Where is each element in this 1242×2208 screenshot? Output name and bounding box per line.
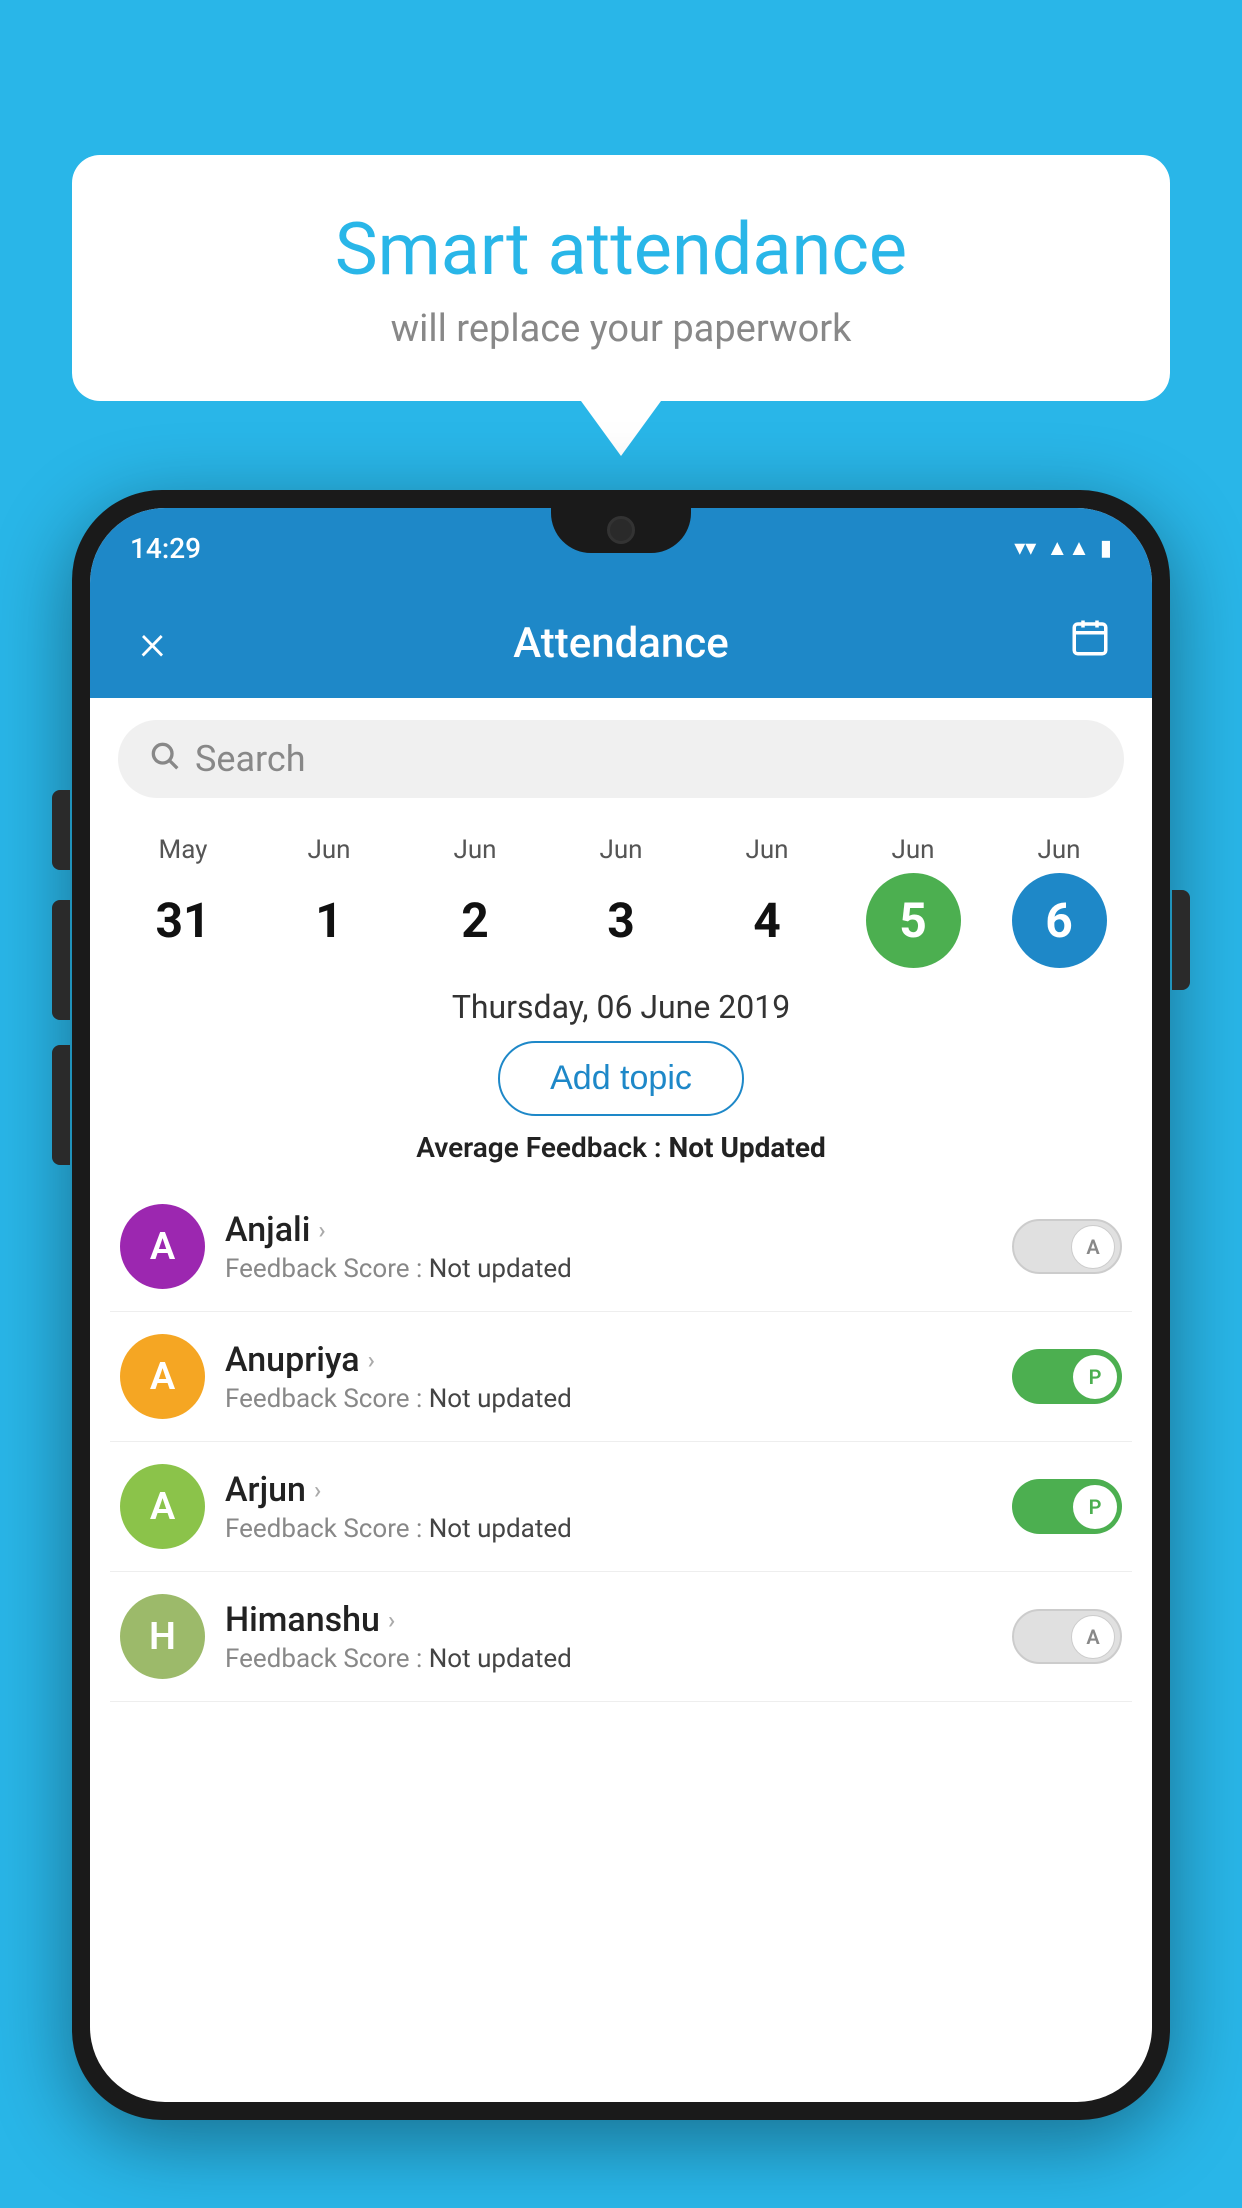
student-info: Anupriya › Feedback Score : Not updated [225, 1340, 992, 1414]
cal-month-label: Jun [599, 835, 642, 865]
cal-date-number: 31 [136, 873, 231, 968]
speech-bubble: Smart attendance will replace your paper… [72, 155, 1170, 401]
calendar-day[interactable]: Jun 3 [561, 835, 681, 968]
search-bar[interactable]: Search [118, 720, 1124, 798]
student-feedback: Feedback Score : Not updated [225, 1644, 992, 1674]
cal-date-number: 4 [720, 873, 815, 968]
cal-month-label: Jun [745, 835, 788, 865]
phone-notch [551, 508, 691, 553]
wifi-icon: ▾▾ [1014, 536, 1036, 561]
attendance-toggle-off[interactable]: A [1012, 1609, 1122, 1664]
speech-bubble-arrow [581, 401, 661, 456]
student-info: Arjun › Feedback Score : Not updated [225, 1470, 992, 1544]
phone-side-btn-right [1172, 890, 1190, 990]
calendar-day[interactable]: Jun 4 [707, 835, 827, 968]
student-feedback: Feedback Score : Not updated [225, 1254, 992, 1284]
student-info: Anjali › Feedback Score : Not updated [225, 1210, 992, 1284]
add-topic-button[interactable]: Add topic [498, 1041, 744, 1116]
student-info: Himanshu › Feedback Score : Not updated [225, 1600, 992, 1674]
phone-outer: 14:29 ▾▾ ▲▲ ▮ × Attendance [72, 490, 1170, 2120]
phone-camera [607, 516, 635, 544]
feedback-label: Average Feedback : [416, 1131, 668, 1164]
student-name: Arjun › [225, 1470, 992, 1510]
cal-date-number: 2 [428, 873, 523, 968]
cal-date-number: 1 [282, 873, 377, 968]
attendance-toggle-on[interactable]: P [1012, 1349, 1122, 1404]
calendar-day[interactable]: Jun 1 [269, 835, 389, 968]
calendar-icon[interactable] [1062, 617, 1117, 669]
calendar-week-row: May 31 Jun 1 Jun 2 Jun 3 Jun 4 Jun 5 Jun 6 [90, 820, 1152, 968]
student-item[interactable]: H Himanshu › Feedback Score : Not updated A [110, 1572, 1132, 1702]
phone-screen: 14:29 ▾▾ ▲▲ ▮ × Attendance [90, 508, 1152, 2102]
cal-month-label: Jun [891, 835, 934, 865]
student-list: AAnjali ›Feedback Score : Not updatedAAA… [90, 1182, 1152, 1702]
phone-container: 14:29 ▾▾ ▲▲ ▮ × Attendance [72, 490, 1170, 2208]
toggle-knob: P [1073, 1485, 1117, 1529]
cal-date-number: 5 [866, 873, 961, 968]
student-item[interactable]: A Anupriya › Feedback Score : Not updated P [110, 1312, 1132, 1442]
calendar-day[interactable]: Jun 2 [415, 835, 535, 968]
student-name: Himanshu › [225, 1600, 992, 1640]
student-name: Anjali › [225, 1210, 992, 1250]
calendar-day[interactable]: May 31 [123, 835, 243, 968]
signal-icon: ▲▲ [1046, 535, 1090, 561]
student-name: Anupriya › [225, 1340, 992, 1380]
cal-month-label: May [159, 835, 208, 865]
phone-side-btn-left2 [52, 900, 70, 1020]
search-icon [148, 739, 180, 780]
status-bar: 14:29 ▾▾ ▲▲ ▮ [90, 508, 1152, 588]
calendar-day[interactable]: Jun 6 [999, 835, 1119, 968]
app-bar: × Attendance [90, 588, 1152, 698]
selected-date-label: Thursday, 06 June 2019 [90, 988, 1152, 1026]
student-item[interactable]: A Arjun › Feedback Score : Not updated P [110, 1442, 1132, 1572]
close-icon[interactable]: × [125, 614, 180, 672]
average-feedback: Average Feedback : Not Updated [90, 1131, 1152, 1164]
student-arrow-icon: › [368, 1346, 375, 1374]
battery-icon: ▮ [1100, 536, 1112, 561]
cal-month-label: Jun [307, 835, 350, 865]
cal-month-label: Jun [453, 835, 496, 865]
student-item[interactable]: A Anjali › Feedback Score : Not updated A [110, 1182, 1132, 1312]
cal-month-label: Jun [1037, 835, 1080, 865]
speech-bubble-container: Smart attendance will replace your paper… [72, 155, 1170, 456]
student-avatar: A [120, 1204, 205, 1289]
speech-bubble-subtitle: will replace your paperwork [132, 307, 1110, 351]
attendance-toggle-off[interactable]: A [1012, 1219, 1122, 1274]
student-avatar: A [120, 1464, 205, 1549]
toggle-knob: A [1071, 1615, 1115, 1659]
status-icons: ▾▾ ▲▲ ▮ [1014, 535, 1112, 561]
student-avatar: A [120, 1334, 205, 1419]
cal-date-number: 6 [1012, 873, 1107, 968]
speech-bubble-title: Smart attendance [132, 210, 1110, 289]
calendar-day[interactable]: Jun 5 [853, 835, 973, 968]
phone-side-btn-left3 [52, 1045, 70, 1165]
student-avatar: H [120, 1594, 205, 1679]
search-input-placeholder: Search [195, 738, 306, 780]
toggle-knob: A [1071, 1225, 1115, 1269]
app-bar-title: Attendance [180, 619, 1062, 668]
student-arrow-icon: › [388, 1606, 395, 1634]
student-feedback: Feedback Score : Not updated [225, 1384, 992, 1414]
status-time: 14:29 [130, 532, 201, 565]
student-arrow-icon: › [318, 1216, 325, 1244]
student-arrow-icon: › [314, 1476, 321, 1504]
phone-side-btn-left1 [52, 790, 70, 870]
attendance-toggle-on[interactable]: P [1012, 1479, 1122, 1534]
toggle-knob: P [1073, 1355, 1117, 1399]
cal-date-number: 3 [574, 873, 669, 968]
student-feedback: Feedback Score : Not updated [225, 1514, 992, 1544]
feedback-value: Not Updated [668, 1131, 825, 1164]
